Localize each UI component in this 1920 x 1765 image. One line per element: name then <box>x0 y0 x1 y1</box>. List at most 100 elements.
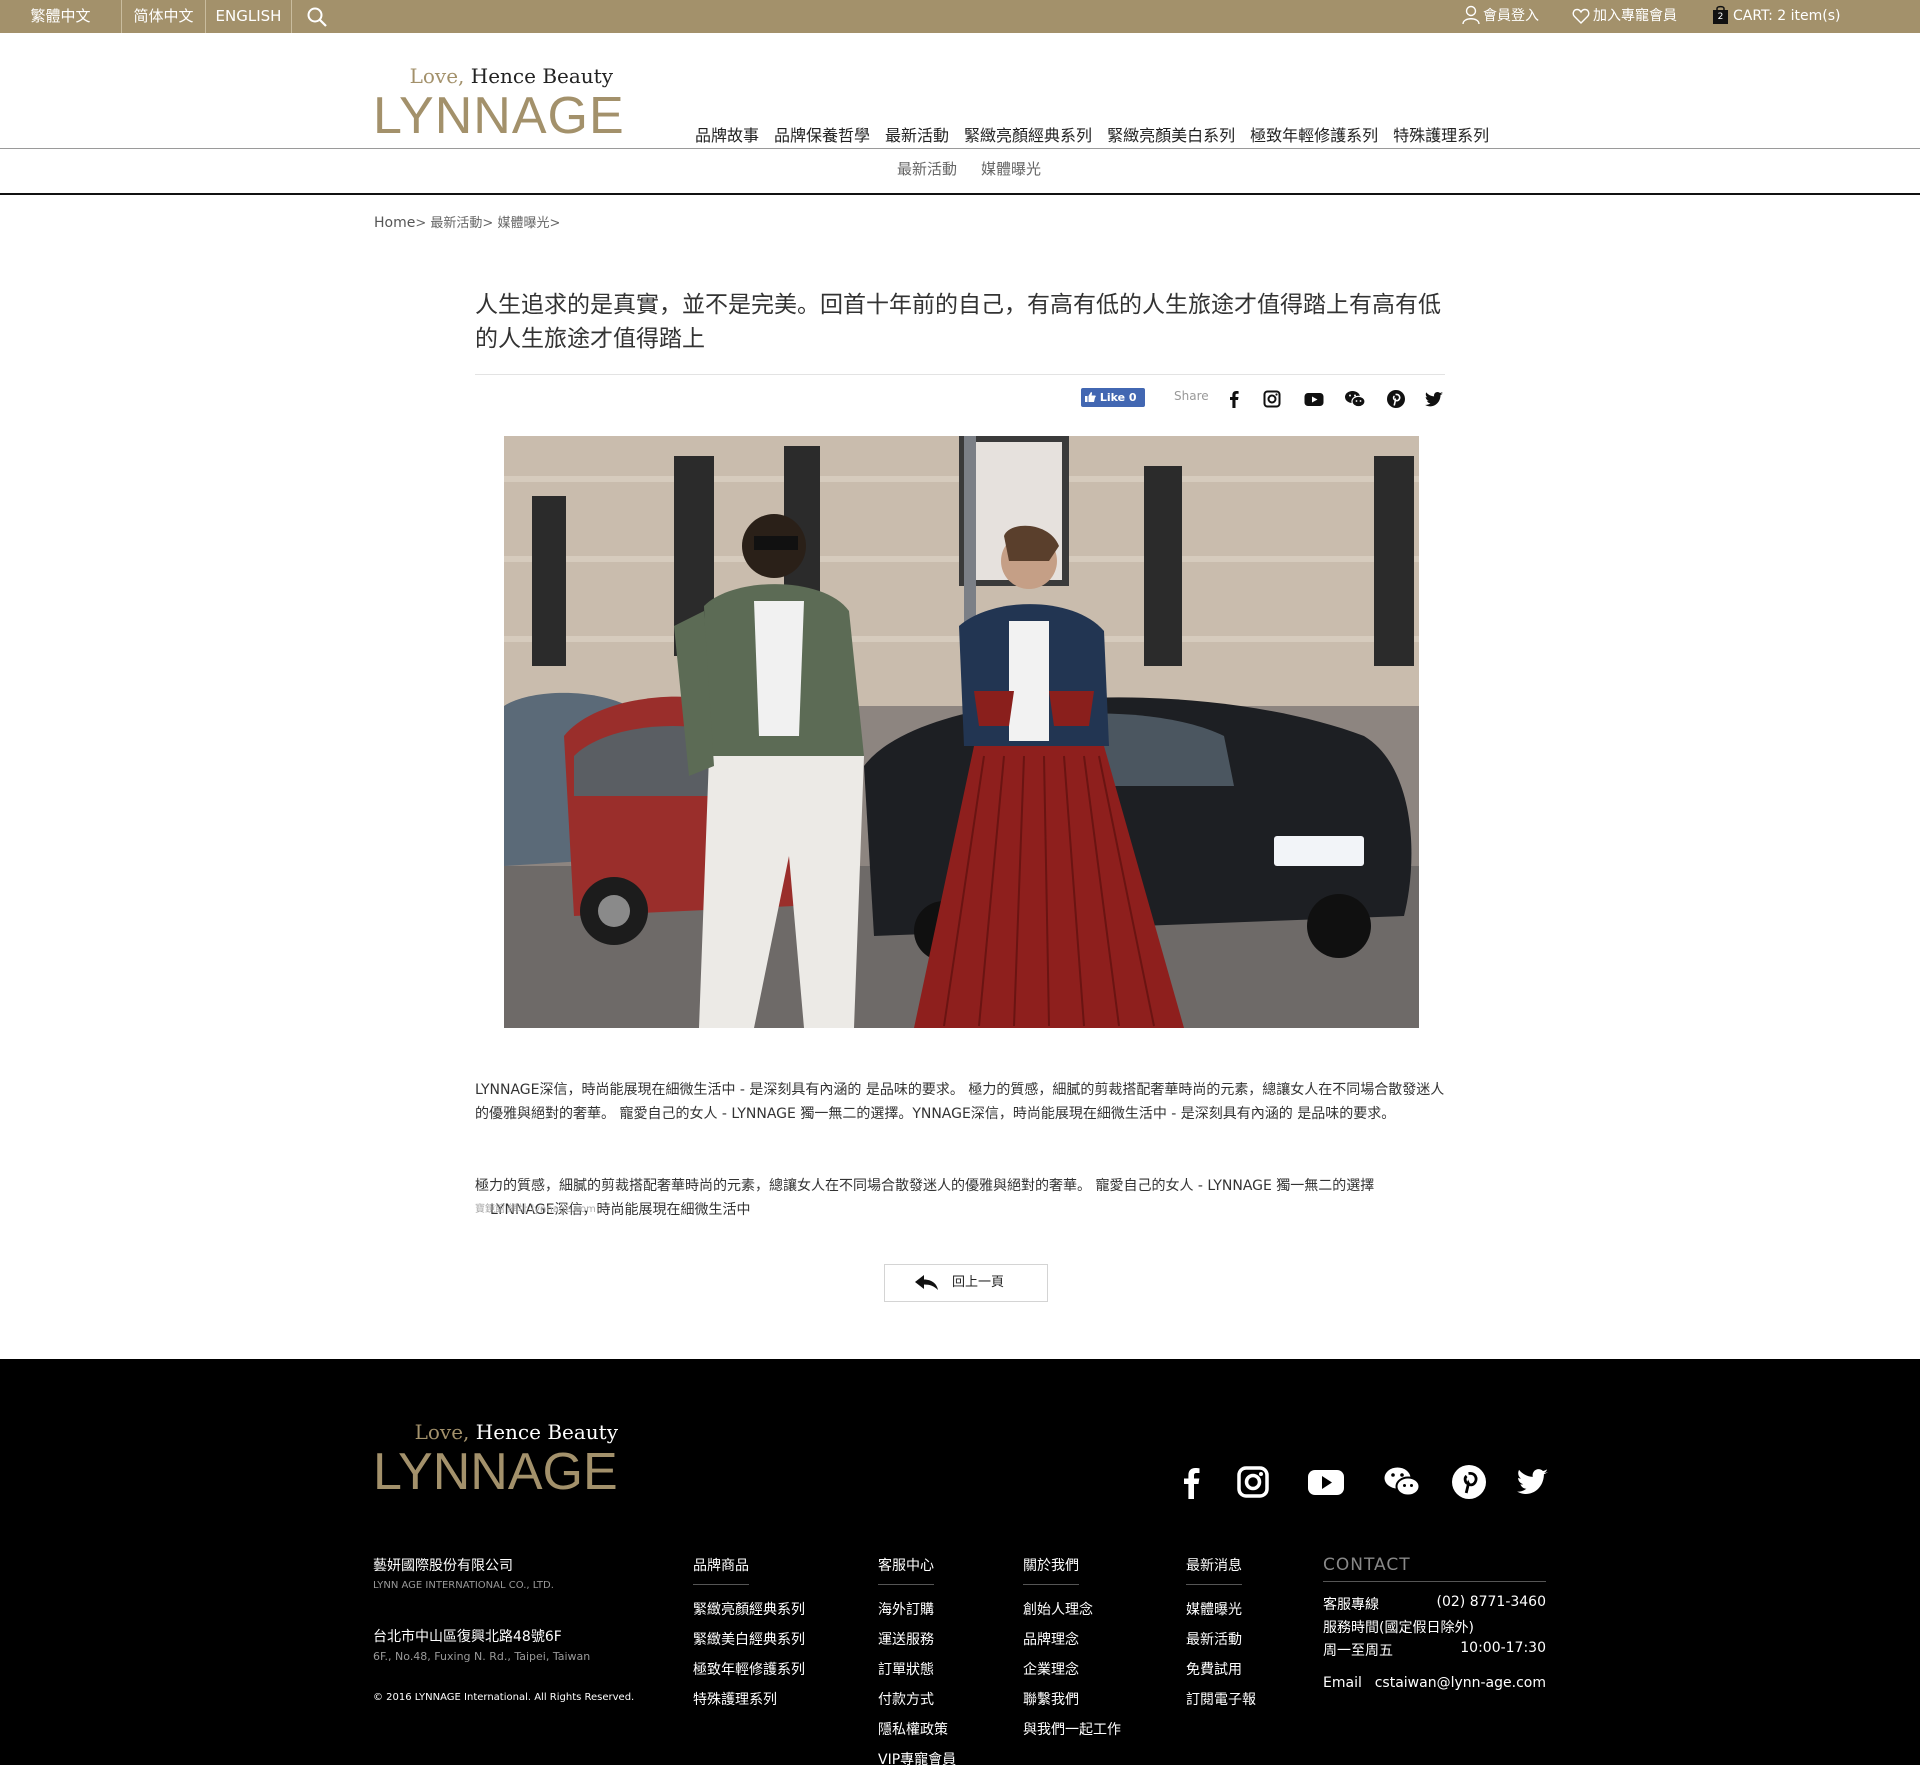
youtube-icon[interactable] <box>1303 388 1325 410</box>
contact-hours-label: 服務時間(國定假日除外) <box>1323 1620 1474 1636</box>
top-bar: 繁體中文 简体中文 ENGLISH 會員登入 加入專寵會員 2 CART: 2 … <box>0 0 1920 33</box>
footer-col-news: 最新消息 媒體曝光 最新活動 免費試用 訂閱電子報 <box>1186 1555 1256 1719</box>
footer-link[interactable]: VIP專寵會員 <box>878 1749 956 1765</box>
footer: Love, Hence Beauty LYNNAGE 藝妍國際股份有限公司 LY… <box>0 1359 1920 1765</box>
breadcrumb-home[interactable]: Home <box>374 215 415 231</box>
subnav-latest-events[interactable]: 最新活動 <box>897 158 957 179</box>
sub-nav: 最新活動 媒體曝光 <box>897 158 1065 179</box>
footer-link[interactable]: 特殊護理系列 <box>693 1689 805 1719</box>
footer-youtube-icon[interactable] <box>1307 1463 1345 1501</box>
footer-link[interactable]: 訂閱電子報 <box>1186 1689 1256 1719</box>
footer-col-products: 品牌商品 緊緻亮顏經典系列 緊緻美白經典系列 極致年輕修護系列 特殊護理系列 <box>693 1555 805 1719</box>
header-divider <box>0 148 1920 149</box>
footer-col-title: 品牌商品 <box>693 1555 749 1585</box>
contact-hotline-row: 客服專線 (02) 8771-3460 <box>1323 1594 1546 1617</box>
instagram-icon[interactable] <box>1261 388 1283 410</box>
cart-link[interactable]: 2 CART: 2 item(s) <box>1712 0 1840 33</box>
footer-col-title: 客服中心 <box>878 1555 934 1585</box>
hotline-label: 客服專線 <box>1323 1597 1379 1613</box>
shopping-bag-icon: 2 <box>1712 5 1729 25</box>
footer-wechat-icon[interactable] <box>1383 1463 1421 1501</box>
nav-care-philosophy[interactable]: 品牌保養哲學 <box>774 122 870 146</box>
lang-traditional-chinese[interactable]: 繁體中文 <box>0 0 122 33</box>
footer-link[interactable]: 媒體曝光 <box>1186 1599 1256 1629</box>
footer-link[interactable]: 緊緻美白經典系列 <box>693 1629 805 1659</box>
title-divider <box>475 374 1445 375</box>
search-icon[interactable] <box>306 6 328 28</box>
facebook-like-label: Like 0 <box>1099 391 1137 404</box>
footer-col-service: 客服中心 海外訂購 運送服務 訂單狀態 付款方式 隱私權政策 VIP專寵會員 <box>878 1555 956 1765</box>
vip-link[interactable]: 加入專寵會員 <box>1572 0 1677 33</box>
twitter-icon[interactable] <box>1423 388 1445 410</box>
footer-twitter-icon[interactable] <box>1513 1463 1551 1501</box>
facebook-like-button[interactable]: Like 0 <box>1081 388 1145 407</box>
footer-link[interactable]: 免費試用 <box>1186 1659 1256 1689</box>
main-nav: 品牌故事 品牌保養哲學 最新活動 緊緻亮顏經典系列 緊緻亮顏美白系列 極致年輕修護系列 特殊… <box>695 122 1504 146</box>
facebook-icon[interactable] <box>1223 388 1245 410</box>
nav-special-care[interactable]: 特殊護理系列 <box>1393 122 1489 146</box>
footer-link[interactable]: 隱私權政策 <box>878 1719 956 1749</box>
article-paragraph-2: 極力的質感，細膩的剪裁搭配奢華時尚的元素，總讓女人在不同場合散發迷人的優雅與絕對… <box>475 1174 1445 1222</box>
logo-wordmark: LYNNAGE <box>373 87 625 145</box>
footer-link[interactable]: 創始人理念 <box>1023 1599 1121 1629</box>
footer-link[interactable]: 海外訂購 <box>878 1599 956 1629</box>
footer-logo-tagline: Love, Hence Beauty <box>414 1420 618 1444</box>
article-title: 人生追求的是真實，並不是完美。回首十年前的自己，有高有低的人生旅途才值得踏上有高… <box>475 292 1441 352</box>
back-button[interactable]: 回上一頁 <box>884 1264 1048 1302</box>
service-time: 10:00-17:30 <box>1460 1640 1546 1656</box>
logo-tagline: Love, Hence Beauty <box>409 64 613 88</box>
nav-latest-events[interactable]: 最新活動 <box>885 122 949 146</box>
service-days: 周一至周五 <box>1323 1643 1393 1659</box>
company-address: 台北市中山區復興北路48號6F <box>373 1629 562 1645</box>
nav-firming-whitening[interactable]: 緊緻亮顏美白系列 <box>1107 122 1235 146</box>
subnav-media[interactable]: 媒體曝光 <box>981 158 1041 179</box>
company-name: 藝妍國際股份有限公司 <box>373 1558 513 1574</box>
email-address[interactable]: cstaiwan@lynn-age.com <box>1375 1675 1546 1691</box>
cart-label: CART: 2 item(s) <box>1733 8 1841 24</box>
hotline-number[interactable]: (02) 8771-3460 <box>1437 1594 1547 1610</box>
footer-link[interactable]: 品牌理念 <box>1023 1629 1121 1659</box>
footer-link[interactable]: 聯繫我們 <box>1023 1689 1121 1719</box>
company-address-en: 6F., No.48, Fuxing N. Rd., Taipei, Taiwa… <box>373 1650 591 1663</box>
footer-link[interactable]: 運送服務 <box>878 1629 956 1659</box>
share-label: Share <box>1174 389 1209 403</box>
lang-simplified-chinese[interactable]: 简体中文 <box>122 0 206 33</box>
nav-firming-classic[interactable]: 緊緻亮顏經典系列 <box>964 122 1092 146</box>
login-label: 會員登入 <box>1483 8 1539 24</box>
subnav-divider <box>0 193 1920 195</box>
company-name-en: LYNN AGE INTERNATIONAL CO., LTD. <box>373 1580 554 1591</box>
footer-facebook-icon[interactable] <box>1173 1463 1211 1501</box>
pinterest-icon[interactable] <box>1385 388 1407 410</box>
brand-logo[interactable]: Love, Hence Beauty LYNNAGE <box>373 64 625 145</box>
footer-col-title: 關於我們 <box>1023 1555 1079 1585</box>
footer-logo-wordmark: LYNNAGE <box>373 1443 618 1501</box>
contact-block: CONTACT 客服專線 (02) 8771-3460 服務時間(國定假日除外)… <box>1323 1555 1546 1698</box>
article-paragraph-2-tail: LYNNAGE深信，時尚能展現在細微生活中 <box>490 1202 751 1218</box>
article-paragraph-2-text: 極力的質感，細膩的剪裁搭配奢華時尚的元素，總讓女人在不同場合散發迷人的優雅與絕對… <box>475 1178 1375 1194</box>
copyright: © 2016 LYNNAGE International. All Rights… <box>373 1692 635 1703</box>
footer-link[interactable]: 與我們一起工作 <box>1023 1719 1121 1749</box>
nav-brand-story[interactable]: 品牌故事 <box>695 122 759 146</box>
footer-link[interactable]: 付款方式 <box>878 1689 956 1719</box>
user-icon <box>1462 5 1480 25</box>
thumbs-up-icon <box>1085 392 1096 402</box>
footer-logo[interactable]: Love, Hence Beauty LYNNAGE <box>373 1420 618 1498</box>
login-link[interactable]: 會員登入 <box>1462 0 1539 33</box>
heart-icon <box>1572 8 1590 24</box>
wechat-icon[interactable] <box>1344 388 1366 410</box>
footer-link[interactable]: 極致年輕修護系列 <box>693 1659 805 1689</box>
footer-link[interactable]: 最新活動 <box>1186 1629 1256 1659</box>
breadcrumb-media[interactable]: 媒體曝光 <box>497 216 549 231</box>
email-label: Email <box>1323 1675 1362 1691</box>
lang-english[interactable]: ENGLISH <box>206 0 292 33</box>
breadcrumb-latest-events[interactable]: 最新活動 <box>430 216 482 231</box>
footer-link[interactable]: 訂單狀態 <box>878 1659 956 1689</box>
back-button-label: 回上一頁 <box>952 1275 1005 1290</box>
footer-link[interactable]: 企業理念 <box>1023 1659 1121 1689</box>
nav-youth-repair[interactable]: 極致年輕修護系列 <box>1250 122 1378 146</box>
footer-instagram-icon[interactable] <box>1234 1463 1272 1501</box>
footer-link[interactable]: 緊緻亮顏經典系列 <box>693 1599 805 1629</box>
breadcrumb: Home> 最新活動> 媒體曝光> <box>374 215 561 231</box>
footer-pinterest-icon[interactable] <box>1450 1463 1488 1501</box>
footer-col-about: 關於我們 創始人理念 品牌理念 企業理念 聯繫我們 與我們一起工作 <box>1023 1555 1121 1749</box>
